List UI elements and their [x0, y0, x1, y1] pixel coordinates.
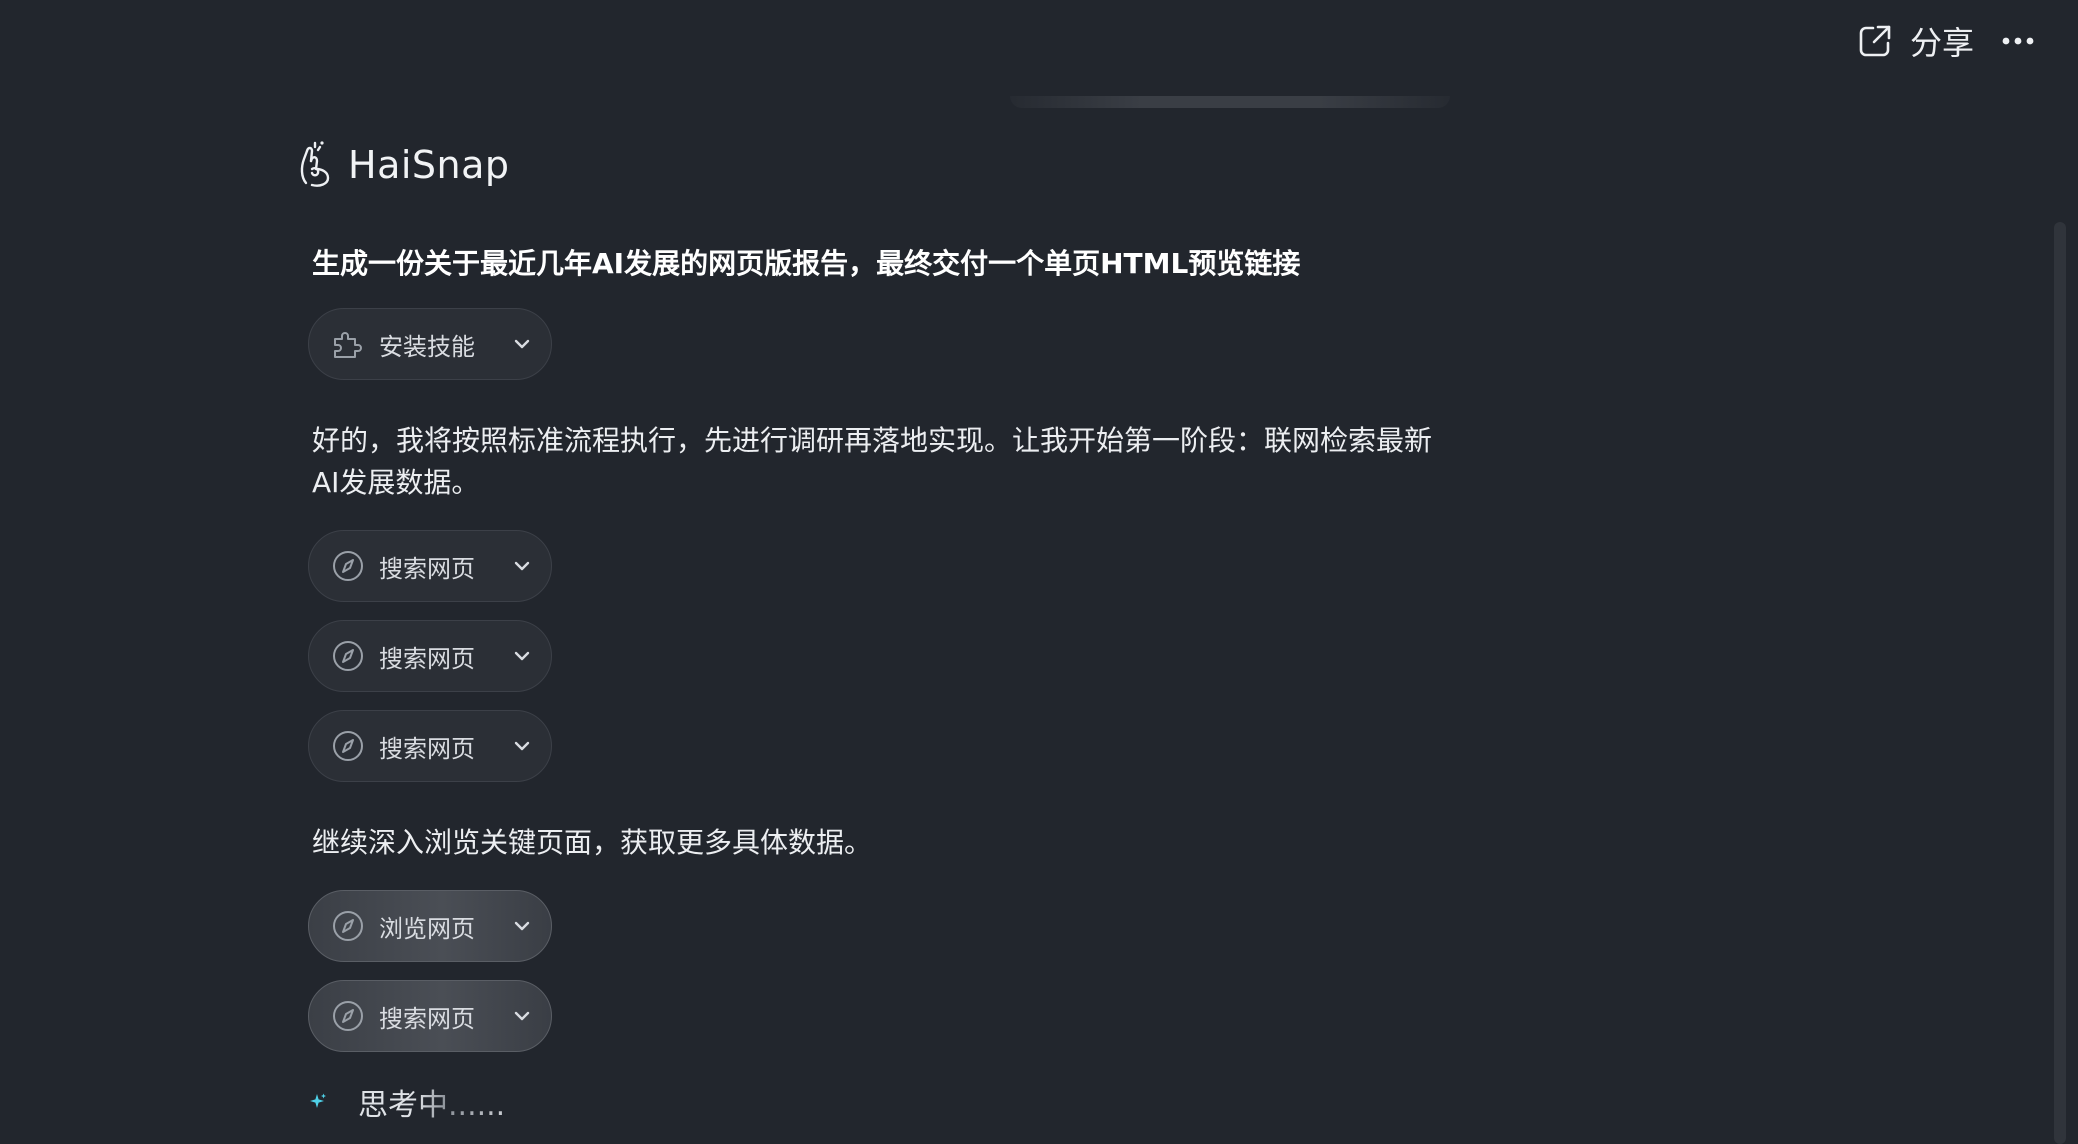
more-button[interactable] [1998, 21, 2038, 61]
share-external-icon [1859, 25, 1891, 57]
compass-icon [333, 911, 363, 941]
tool-step-search-web[interactable]: 搜索网页 [308, 710, 552, 782]
chevron-down-icon [514, 1011, 530, 1021]
chevron-down-icon [514, 339, 530, 349]
chevron-down-icon [514, 741, 530, 751]
more-horizontal-icon [2002, 37, 2034, 45]
assistant-message: 继续深入浏览关键页面，获取更多具体数据。 [312, 826, 873, 859]
tool-step-label: 浏览网页 [379, 914, 475, 943]
compass-icon [333, 1001, 363, 1031]
user-prompt: 生成一份关于最近几年AI发展的网页版报告，最终交付一个单页HTML预览链接 [312, 247, 1301, 280]
chevron-down-icon [514, 921, 530, 931]
compass-icon [333, 731, 363, 761]
compass-icon [333, 641, 363, 671]
share-button[interactable]: 分享 [1856, 18, 1974, 64]
tool-step-search-web[interactable]: 搜索网页 [308, 620, 552, 692]
share-label: 分享 [1909, 24, 1974, 62]
tool-step-install-skill[interactable]: 安装技能 [308, 308, 552, 380]
thinking-text: 思考中...... [358, 1080, 505, 1124]
tool-step-search-web[interactable]: 搜索网页 [308, 530, 552, 602]
chevron-down-icon [514, 561, 530, 571]
tool-step-label: 搜索网页 [379, 644, 475, 673]
tool-step-label: 搜索网页 [379, 554, 475, 583]
vertical-scrollbar[interactable] [2054, 222, 2066, 1144]
brand-name: HaiSnap [348, 143, 510, 187]
sparkle-icon [310, 1093, 326, 1108]
tool-step-label: 安装技能 [379, 332, 475, 361]
top-bar: 分享 [1856, 18, 2038, 64]
tool-step-label: 搜索网页 [379, 734, 475, 763]
assistant-message: 好的，我将按照标准流程执行，先进行调研再落地实现。让我开始第一阶段：联网检索最新… [312, 424, 1433, 499]
thinking-status: 思考中...... [308, 1080, 505, 1124]
tool-step-search-web[interactable]: 搜索网页 [308, 980, 552, 1052]
scroll-edge-indicator [1010, 96, 1450, 108]
tool-step-browse-web[interactable]: 浏览网页 [308, 890, 552, 962]
puzzle-icon [334, 332, 362, 358]
compass-icon [333, 551, 363, 581]
tool-step-label: 搜索网页 [379, 1004, 475, 1033]
conversation-panel: HaiSnap 生成一份关于最近几年AI发展的网页版报告，最终交付一个单页HTM… [298, 130, 1458, 1123]
hand-snap-logo-icon [300, 141, 330, 187]
brand-header: HaiSnap [298, 130, 1458, 200]
chevron-down-icon [514, 651, 530, 661]
